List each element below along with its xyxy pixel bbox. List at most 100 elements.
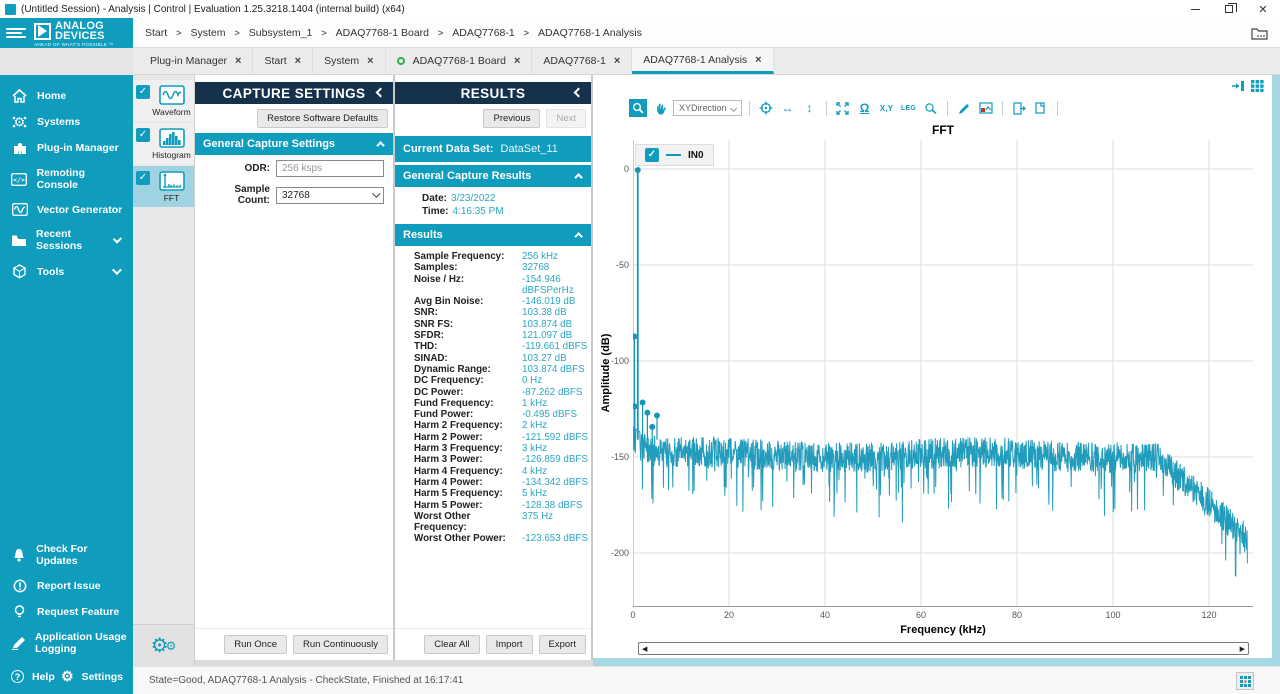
close-button[interactable]: ✕ xyxy=(1246,0,1280,18)
import-button[interactable]: Import xyxy=(486,635,533,654)
breadcrumb-item[interactable]: ADAQ7768-1 Board xyxy=(336,27,429,39)
fft-checkbox[interactable]: ✓ xyxy=(136,171,150,185)
result-value: -0.495 dBFS xyxy=(522,409,577,420)
tab-close-icon[interactable]: × xyxy=(755,54,761,66)
autoscale-expand-button[interactable] xyxy=(834,99,852,117)
scroll-left-arrow[interactable]: ◀ xyxy=(642,645,647,653)
tab-adaq7768-1-board[interactable]: ADAQ7768-1 Board× xyxy=(386,48,533,74)
tab-close-icon[interactable]: × xyxy=(295,55,301,67)
sidebar-item-request-feature[interactable]: Request Feature xyxy=(0,599,133,625)
result-value: 103.874 dBFS xyxy=(522,364,585,375)
scroll-right-arrow[interactable]: ▶ xyxy=(1240,645,1245,653)
export-button[interactable]: Export xyxy=(539,635,586,654)
legend-checkbox[interactable]: ✓ xyxy=(645,148,659,162)
general-capture-results-section[interactable]: General Capture Results xyxy=(395,165,591,187)
result-value: 256 kHz xyxy=(522,251,558,262)
histogram-checkbox[interactable]: ✓ xyxy=(136,128,150,142)
y-axis-label: Amplitude (dB) xyxy=(600,334,612,413)
chart-image-button[interactable] xyxy=(977,99,995,117)
result-row: Harm 4 Frequency:4 kHz xyxy=(414,466,591,477)
run-once-button[interactable]: Run Once xyxy=(224,635,287,654)
zoom-region-button[interactable] xyxy=(922,99,940,117)
breadcrumb-item[interactable]: ADAQ7768-1 xyxy=(452,27,514,39)
open-folder-icon[interactable] xyxy=(1251,26,1268,40)
collapse-panel-icon[interactable] xyxy=(574,88,584,98)
undo-zoom-button[interactable]: Ω xyxy=(856,99,874,117)
tool-strip-item-fft[interactable]: ✓FFT xyxy=(133,166,194,207)
restore-defaults-button[interactable]: Restore Software Defaults xyxy=(257,109,388,128)
breadcrumb-item[interactable]: Subsystem_1 xyxy=(249,27,313,39)
next-button[interactable]: Next xyxy=(546,109,586,128)
tab-start[interactable]: Start× xyxy=(253,48,313,74)
pan-hand-tool-button[interactable] xyxy=(651,99,669,117)
result-label: Harm 5 Power: xyxy=(414,500,522,511)
legend-toggle-button[interactable]: LEG xyxy=(900,99,918,117)
fft-plot-area[interactable] xyxy=(633,140,1253,607)
sidebar-item-remoting-console[interactable]: </>Remoting Console xyxy=(0,161,133,197)
sidebar-item-recent-sessions[interactable]: Recent Sessions xyxy=(0,222,133,258)
breadcrumb-item[interactable]: Start xyxy=(145,27,167,39)
sidebar-item-plug-in-manager[interactable]: Plug-in Manager xyxy=(0,135,133,161)
sidebar-item-label: Plug-in Manager xyxy=(37,142,119,154)
sidebar-item-home[interactable]: Home xyxy=(0,83,133,109)
tab-system[interactable]: System× xyxy=(313,48,385,74)
result-label: Harm 3 Frequency: xyxy=(414,443,522,454)
previous-button[interactable]: Previous xyxy=(483,109,540,128)
sidebar-item-help[interactable]: ? Help xyxy=(11,670,55,683)
annotate-pen-button[interactable] xyxy=(955,99,973,117)
export-data-button[interactable] xyxy=(1010,99,1028,117)
sidebar-item-label: Tools xyxy=(37,266,64,278)
tab-plug-in-manager[interactable]: Plug-in Manager× xyxy=(139,48,253,74)
tab-adaq7768-1-analysis[interactable]: ADAQ7768-1 Analysis× xyxy=(632,48,773,74)
run-continuously-button[interactable]: Run Continuously xyxy=(293,635,388,654)
app-icon xyxy=(5,4,16,15)
layout-snapshot-icon[interactable] xyxy=(1236,672,1254,690)
sidebar-item-tools[interactable]: Tools xyxy=(0,258,133,285)
clear-all-button[interactable]: Clear All xyxy=(424,635,479,654)
tool-strip-item-histogram[interactable]: ✓Histogram xyxy=(133,123,194,164)
bulb-icon xyxy=(11,605,28,619)
sidebar-item-systems[interactable]: ⚙Systems xyxy=(0,109,133,135)
sidebar-item-check-for-updates[interactable]: Check For Updates xyxy=(0,537,133,573)
tab-close-icon[interactable]: × xyxy=(367,55,373,67)
sidebar-item-vector-generator[interactable]: Vector Generator xyxy=(0,197,133,222)
chart-horizontal-scrollbar[interactable]: ◀ ▶ xyxy=(638,642,1249,655)
grid-view-icon[interactable] xyxy=(1251,80,1264,92)
horizontal-scale-button[interactable]: ↔ xyxy=(779,99,797,117)
tab-close-icon[interactable]: × xyxy=(614,55,620,67)
result-row: SINAD:103.27 dB xyxy=(414,353,591,364)
result-label: SNR: xyxy=(414,307,522,318)
hamburger-menu-icon[interactable] xyxy=(6,28,28,38)
breadcrumb-separator: > xyxy=(524,28,529,38)
sidebar-item-report-issue[interactable]: Report Issue xyxy=(0,573,133,599)
collapse-panel-icon[interactable] xyxy=(376,88,386,98)
sidebar-item-application-usage-logging[interactable]: Application Usage Logging xyxy=(0,625,133,661)
copy-image-button[interactable] xyxy=(1032,99,1050,117)
breadcrumb-item[interactable]: ADAQ7768-1 Analysis xyxy=(538,27,642,39)
crosshair-tool-button[interactable] xyxy=(757,99,775,117)
xy-values-button[interactable]: X,Y xyxy=(878,99,896,117)
minimize-button[interactable] xyxy=(1178,0,1212,18)
tab-close-icon[interactable]: × xyxy=(235,55,241,67)
tab-adaq7768-1[interactable]: ADAQ7768-1× xyxy=(532,48,632,74)
analysis-settings-gears-button[interactable]: ⚙⚙ xyxy=(133,624,194,666)
result-row: Harm 3 Power:-126.859 dBFS xyxy=(414,454,591,465)
vertical-scale-button[interactable]: ↕ xyxy=(801,99,819,117)
sidebar-item-settings[interactable]: ⚙ Settings xyxy=(61,668,123,685)
tab-close-icon[interactable]: × xyxy=(514,55,520,67)
zoom-tool-button[interactable] xyxy=(629,99,647,117)
dock-panel-icon[interactable] xyxy=(1231,80,1245,92)
results-section[interactable]: Results xyxy=(395,224,591,246)
restore-button[interactable] xyxy=(1212,0,1246,18)
general-capture-settings-section[interactable]: General Capture Settings xyxy=(195,133,393,155)
xy-direction-select[interactable]: XYDirection xyxy=(673,100,742,116)
tool-strip-item-waveform[interactable]: ✓Waveform xyxy=(133,80,194,121)
waveform-checkbox[interactable]: ✓ xyxy=(136,85,150,99)
breadcrumb-separator: > xyxy=(321,28,326,38)
breadcrumb-item[interactable]: System xyxy=(190,27,225,39)
odr-input[interactable] xyxy=(276,160,384,177)
sample-count-select[interactable]: 32768 xyxy=(276,187,384,204)
tools-icon xyxy=(11,264,28,279)
result-label: Avg Bin Noise: xyxy=(414,296,522,307)
result-row: Samples:32768 xyxy=(414,262,591,273)
